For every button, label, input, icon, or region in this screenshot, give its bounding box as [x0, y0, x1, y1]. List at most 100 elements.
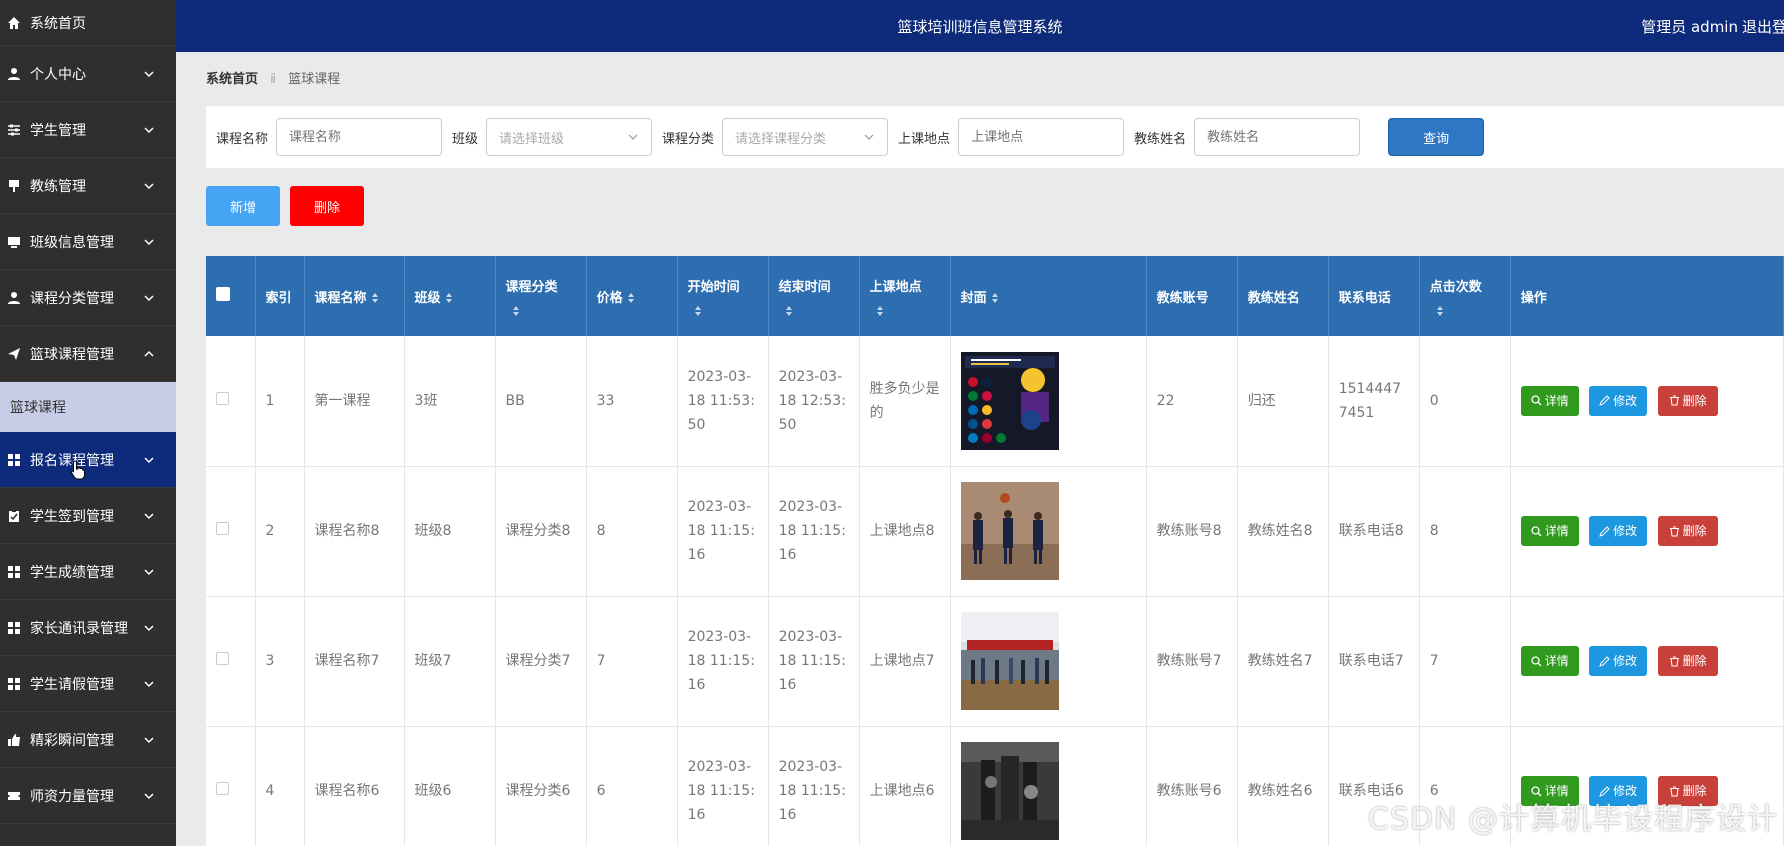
- sort-icon: [371, 293, 378, 303]
- cell-course-name: 课程名称6: [304, 726, 405, 846]
- class-select-placeholder: 请选择班级: [499, 131, 565, 147]
- sidebar-item-label: 家长通讯录管理: [30, 620, 128, 637]
- sidebar-item-coaches[interactable]: 教练管理: [0, 158, 176, 214]
- sidebar-item-basketball-courses[interactable]: 篮球课程管理: [0, 326, 176, 382]
- sort-icon: [1436, 305, 1443, 316]
- logout-link[interactable]: 退出登录: [1742, 16, 1784, 37]
- col-price[interactable]: 价格: [586, 256, 678, 336]
- sort-icon: [694, 305, 701, 316]
- detail-button[interactable]: 详情: [1520, 516, 1579, 546]
- sidebar: 系统首页 个人中心 学生管理 教练管理 班级信息管理 课程分类管理 篮球课程管理…: [0, 0, 176, 846]
- row-checkbox[interactable]: [216, 652, 229, 665]
- chevron-down-icon: [142, 789, 156, 803]
- cell-class: 班级7: [404, 596, 496, 727]
- cover-image[interactable]: [960, 351, 1059, 450]
- col-start-time[interactable]: 开始时间: [677, 256, 769, 336]
- chevron-up-icon: [142, 347, 156, 361]
- sidebar-item-enrollment[interactable]: 报名课程管理: [0, 432, 176, 488]
- grid-icon: [6, 564, 22, 580]
- cell-location: 上课地点8: [859, 466, 951, 597]
- chevron-down-icon: [142, 677, 156, 691]
- class-select[interactable]: 请选择班级: [486, 118, 653, 156]
- cell-coach-name: 归还: [1237, 336, 1329, 467]
- trash-icon: [1669, 656, 1679, 666]
- breadcrumb-home[interactable]: 系统首页: [206, 72, 258, 87]
- sidebar-item-parents[interactable]: 家长通讯录管理: [0, 600, 176, 656]
- cell-end-time: 2023-03-18 11:15:16: [768, 726, 860, 846]
- sidebar-item-faculty[interactable]: 师资力量管理: [0, 768, 176, 824]
- cover-image[interactable]: [960, 742, 1059, 840]
- detail-button[interactable]: 详情: [1520, 646, 1579, 676]
- col-class[interactable]: 班级: [404, 256, 496, 336]
- add-button[interactable]: 新增: [206, 186, 280, 226]
- clipboard-icon: [6, 508, 22, 524]
- sidebar-item-checkin[interactable]: 学生签到管理: [0, 488, 176, 544]
- cell-category: 课程分类6: [495, 726, 587, 846]
- remove-button[interactable]: 删除: [1657, 385, 1718, 416]
- cell-start-time: 2023-03-18 11:15:16: [677, 596, 769, 727]
- cell-index: 2: [255, 466, 305, 597]
- cell-price: 6: [586, 726, 678, 846]
- remove-button[interactable]: 删除: [1657, 516, 1718, 546]
- col-location[interactable]: 上课地点: [859, 256, 951, 336]
- cell-phone: 联系电话8: [1328, 466, 1420, 597]
- cover-image[interactable]: [960, 612, 1059, 710]
- sort-icon: [512, 305, 519, 316]
- row-checkbox[interactable]: [216, 522, 229, 535]
- col-course-name[interactable]: 课程名称: [304, 256, 405, 336]
- cover-image[interactable]: [960, 482, 1059, 580]
- col-end-time[interactable]: 结束时间: [768, 256, 860, 336]
- sidebar-item-highlights[interactable]: 精彩瞬间管理: [0, 712, 176, 768]
- cell-start-time: 2023-03-18 11:53:50: [677, 336, 769, 467]
- pencil-icon: [1599, 395, 1610, 407]
- bulk-delete-button[interactable]: 删除: [290, 186, 364, 226]
- cell-index: 1: [255, 336, 305, 467]
- chevron-down-icon: [142, 453, 156, 467]
- row-checkbox[interactable]: [216, 782, 229, 795]
- cell-end-time: 2023-03-18 11:15:16: [768, 466, 860, 597]
- sort-icon: [876, 305, 883, 316]
- sidebar-item-classes[interactable]: 班级信息管理: [0, 214, 176, 270]
- admin-label: 管理员 admin: [1641, 18, 1738, 36]
- cell-start-time: 2023-03-18 11:15:16: [677, 726, 769, 846]
- sidebar-item-leave[interactable]: 学生请假管理: [0, 656, 176, 712]
- sidebar-item-grades[interactable]: 学生成绩管理: [0, 544, 176, 600]
- detail-button[interactable]: 详情: [1520, 385, 1579, 416]
- grid-icon: [6, 452, 22, 468]
- sidebar-item-categories[interactable]: 课程分类管理: [0, 270, 176, 326]
- cell-location: 胜多负少是的: [859, 336, 951, 467]
- table-row: 1 第一课程 3班 BB 33 2023-03-18 11:53:50 2023…: [206, 336, 1784, 467]
- select-all-checkbox[interactable]: [216, 287, 230, 301]
- grid-icon: [6, 620, 22, 636]
- sort-icon: [991, 293, 998, 303]
- col-category[interactable]: 课程分类: [495, 256, 587, 336]
- cell-coach-name: 教练姓名7: [1237, 596, 1329, 727]
- query-button[interactable]: 查询: [1388, 118, 1485, 156]
- cell-end-time: 2023-03-18 12:53:50: [768, 336, 860, 467]
- breadcrumb: 系统首页 ⅱ 篮球课程: [206, 68, 340, 87]
- sidebar-item-label: 教练管理: [30, 178, 86, 195]
- remove-button[interactable]: 删除: [1657, 646, 1718, 676]
- edit-button[interactable]: 修改: [1589, 646, 1648, 676]
- coach-name-input[interactable]: [1194, 118, 1361, 156]
- sidebar-subitem-basketball-course[interactable]: 篮球课程: [0, 382, 176, 432]
- chevron-down-icon: [142, 621, 156, 635]
- col-clicks[interactable]: 点击次数: [1419, 256, 1511, 336]
- cell-coach-account: 教练账号7: [1146, 596, 1238, 727]
- cell-phone: 15144477451: [1328, 336, 1420, 467]
- course-name-input[interactable]: [276, 118, 443, 156]
- table-row: 2 课程名称8 班级8 课程分类8 8 2023-03-18 11:15:16 …: [206, 466, 1784, 597]
- location-input[interactable]: [958, 118, 1125, 156]
- cell-course-name: 第一课程: [304, 336, 405, 467]
- sidebar-item-students[interactable]: 学生管理: [0, 102, 176, 158]
- edit-button[interactable]: 修改: [1589, 516, 1648, 546]
- edit-button[interactable]: 修改: [1589, 385, 1648, 416]
- sidebar-item-home[interactable]: 系统首页: [0, 0, 176, 46]
- col-cover[interactable]: 封面: [950, 256, 1147, 336]
- category-select[interactable]: 请选择课程分类: [722, 118, 889, 156]
- top-header: 篮球培训班信息管理系统 管理员 admin 退出登录: [176, 0, 1784, 52]
- cell-class: 班级8: [404, 466, 496, 597]
- chevron-down-icon: [142, 291, 156, 305]
- row-checkbox[interactable]: [216, 391, 229, 405]
- sidebar-item-personal[interactable]: 个人中心: [0, 46, 176, 102]
